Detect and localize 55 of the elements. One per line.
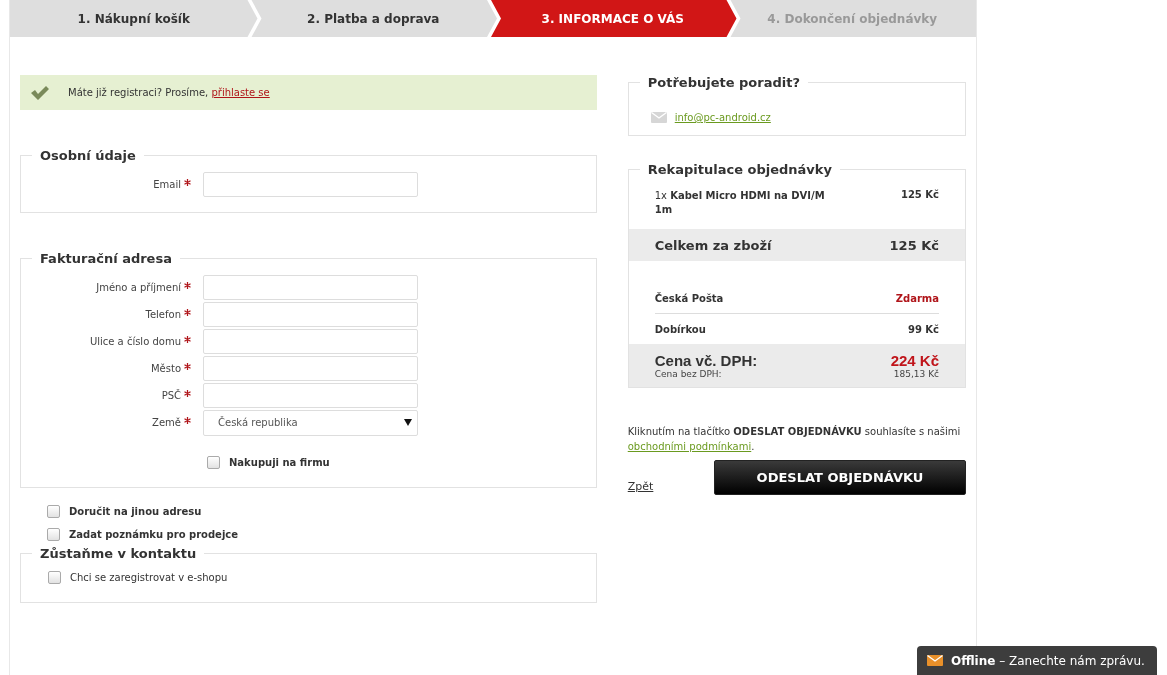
checkbox-label: Zadat poznámku pro prodejce bbox=[69, 529, 239, 540]
chat-text: Offline – Zanechte nám zprávu. bbox=[951, 653, 1145, 668]
net-price-value: 185,13 Kč bbox=[893, 369, 939, 379]
checkout-step-tab[interactable]: 2. Platba a doprava bbox=[249, 0, 497, 37]
section-title: Rekapitulace objednávky bbox=[646, 162, 833, 177]
field-label: PSČ bbox=[160, 390, 181, 401]
item-name: 1x Kabel Micro HDMI na DVI/M 1m bbox=[654, 189, 826, 217]
checkbox-label: Chci se zaregistrovat v e-shopu bbox=[70, 572, 228, 583]
select-value: Česká republika bbox=[218, 417, 298, 428]
checkbox[interactable] bbox=[47, 505, 60, 518]
input-field[interactable] bbox=[203, 383, 418, 408]
email-link[interactable]: info@pc-android.cz bbox=[674, 112, 771, 123]
field-label: Email bbox=[152, 179, 181, 190]
terms-notice: Kliknutím na tlačítko ODESLAT OBJEDNÁVKU souhlasíte s našimi obchodními podmínkami. bbox=[627, 424, 962, 454]
checkout-step-tab[interactable]: 3. INFORMACE O VÁS bbox=[489, 0, 737, 37]
charge-label: Dobírkou bbox=[654, 323, 706, 335]
checkbox[interactable] bbox=[48, 571, 61, 584]
subtotal-label: Celkem za zboží bbox=[654, 237, 772, 253]
field-label: Země bbox=[151, 417, 181, 428]
charge-value: 99 Kč bbox=[907, 323, 939, 335]
section-title: Zůstaňme v kontaktu bbox=[39, 546, 198, 561]
checkbox-label: Doručit na jinou adresu bbox=[69, 506, 202, 517]
back-link[interactable]: Zpět bbox=[627, 480, 654, 493]
input-field[interactable] bbox=[203, 356, 418, 381]
envelope-icon bbox=[927, 655, 943, 666]
field-label: Město bbox=[149, 363, 181, 374]
checkmark-icon bbox=[30, 84, 50, 101]
field-label: Telefon bbox=[144, 309, 181, 320]
item-price: 125 Kč bbox=[900, 189, 939, 200]
select-field[interactable]: Česká republika bbox=[203, 409, 418, 436]
input-field[interactable] bbox=[203, 329, 418, 354]
input-field[interactable] bbox=[203, 172, 418, 197]
net-price-label: Cena bez DPH: bbox=[654, 369, 722, 379]
checkout-step-tab[interactable]: 1. Nákupní košík bbox=[10, 0, 258, 37]
field-label: Ulice a číslo domu bbox=[88, 336, 181, 347]
envelope-icon bbox=[650, 112, 667, 123]
total-value: 224 Kč bbox=[890, 352, 939, 369]
submit-order-button[interactable]: ODESLAT OBJEDNÁVKU bbox=[714, 460, 966, 495]
charge-label: Česká Pošta bbox=[654, 292, 724, 304]
login-notice-text: Máte již registraci? Prosíme, přihlaste se bbox=[68, 87, 270, 98]
input-field[interactable] bbox=[203, 302, 418, 327]
checkbox-label: Nakupuji na firmu bbox=[229, 457, 330, 468]
login-link[interactable]: přihlaste se bbox=[211, 87, 270, 98]
subtotal-value: 125 Kč bbox=[889, 237, 939, 253]
section-title: Potřebujete poradit? bbox=[646, 75, 801, 90]
field-label: Jméno a příjmení bbox=[94, 282, 181, 293]
total-label: Cena vč. DPH: bbox=[654, 352, 758, 369]
checkbox[interactable] bbox=[47, 528, 60, 541]
input-field[interactable] bbox=[203, 275, 418, 300]
caret-icon bbox=[404, 419, 412, 426]
section-title: Osobní údaje bbox=[39, 148, 137, 163]
checkbox[interactable] bbox=[207, 456, 220, 469]
chat-widget[interactable]: Offline – Zanechte nám zprávu. bbox=[917, 646, 1157, 675]
charge-value: Zdarma bbox=[895, 292, 939, 304]
section-title: Fakturační adresa bbox=[39, 251, 173, 266]
